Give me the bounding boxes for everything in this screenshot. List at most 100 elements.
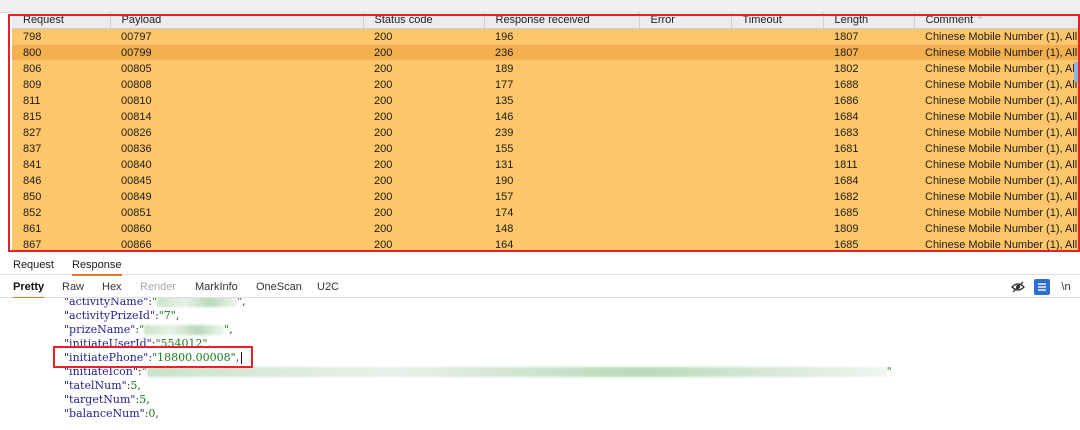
column-header-length[interactable]: Length: [823, 12, 915, 29]
cell-received: 174: [484, 204, 639, 221]
cell-payload: 00851: [110, 204, 363, 221]
column-header-status-code[interactable]: Status code: [363, 12, 485, 29]
json-key: "targetNum": [64, 393, 136, 406]
cell-received: 164: [484, 236, 639, 250]
column-header-error[interactable]: Error: [639, 12, 732, 29]
cell-received: 155: [484, 140, 639, 157]
json-line: "tatelNum":5,: [64, 379, 141, 393]
word-wrap-icon[interactable]: [1034, 279, 1050, 295]
cell-request: 806: [12, 60, 110, 77]
column-header-response-received[interactable]: Response received: [484, 12, 640, 29]
cell-received: 146: [484, 108, 639, 125]
tab-markinfo[interactable]: MarkInfo: [195, 277, 238, 297]
cell-length: 1685: [823, 204, 914, 221]
cell-status: 200: [363, 188, 484, 205]
table-row[interactable]: 809 00808 200 177 1688 Chinese Mobile Number …: [12, 76, 1080, 93]
json-line: "initiateUserId":"554012",: [64, 337, 211, 351]
table-row[interactable]: 815 00814 200 146 1684 Chinese Mobile Number …: [12, 108, 1080, 125]
cell-received: 190: [484, 172, 639, 189]
cell-timeout: [731, 60, 823, 77]
table-row[interactable]: 861 00860 200 148 1809 Chinese Mobile Number …: [12, 220, 1080, 237]
cell-request: 846: [12, 172, 110, 189]
json-comma: ,: [137, 379, 141, 392]
json-line: "targetNum":5,: [64, 393, 150, 407]
json-key: "activityName": [64, 298, 149, 308]
cell-error: [639, 204, 731, 221]
cell-status: 200: [363, 92, 484, 109]
cell-timeout: [731, 28, 823, 45]
json-comma: ,: [146, 393, 150, 406]
cell-payload: 00797: [110, 28, 363, 45]
cell-comment: Chinese Mobile Number (1), All U...: [914, 28, 1080, 45]
cell-status: 200: [363, 28, 484, 45]
cell-received: 236: [484, 44, 639, 61]
table-row[interactable]: 798 00797 200 196 1807 Chinese Mobile Number …: [12, 28, 1080, 45]
tab-request[interactable]: Request: [13, 256, 54, 274]
cell-error: [639, 236, 731, 250]
table-row[interactable]: 806 00805 200 189 1802 Chinese Mobile Number …: [12, 60, 1080, 77]
cell-length: 1685: [823, 236, 914, 250]
cell-timeout: [731, 220, 823, 237]
cell-request: 800: [12, 44, 110, 61]
json-line: "activityName":" ",: [64, 298, 246, 309]
json-key: "initiatePhone": [64, 351, 149, 364]
cell-error: [639, 124, 731, 141]
cell-status: 200: [363, 172, 484, 189]
table-row[interactable]: 811 00810 200 135 1686 Chinese Mobile Number …: [12, 92, 1080, 109]
json-line: "prizeName":" ",: [64, 323, 233, 337]
redacted-value: [144, 325, 225, 335]
view-tabs: Pretty Raw Hex Render MarkInfo OneScan U…: [0, 277, 1080, 299]
cell-received: 148: [484, 220, 639, 237]
cell-error: [639, 108, 731, 125]
cell-length: 1811: [823, 156, 914, 173]
cell-received: 131: [484, 156, 639, 173]
column-header-timeout[interactable]: Timeout: [731, 12, 824, 29]
cell-length: 1684: [823, 108, 914, 125]
table-row[interactable]: 837 00836 200 155 1681 Chinese Mobile Number …: [12, 140, 1080, 157]
cell-request: 811: [12, 92, 110, 109]
column-header-request[interactable]: Request: [12, 12, 111, 29]
table-header-row: Request Payload Status code Response rec…: [12, 12, 1080, 29]
results-table: Request Payload Status code Response rec…: [12, 12, 1080, 250]
table-row[interactable]: 827 00826 200 239 1683 Chinese Mobile Number …: [12, 124, 1080, 141]
cell-length: 1681: [823, 140, 914, 157]
column-header-payload[interactable]: Payload: [110, 12, 364, 29]
tab-pretty[interactable]: Pretty: [13, 277, 45, 299]
cell-length: 1682: [823, 188, 914, 205]
tab-onescan[interactable]: OneScan: [256, 277, 302, 297]
cell-error: [639, 172, 731, 189]
tab-hex[interactable]: Hex: [102, 277, 122, 297]
column-header-comment[interactable]: Comment ⌃: [914, 12, 1080, 29]
cell-timeout: [731, 124, 823, 141]
cell-length: 1807: [823, 28, 914, 45]
column-header-comment-label: Comment: [925, 14, 974, 26]
tab-raw[interactable]: Raw: [62, 277, 84, 297]
cell-status: 200: [363, 204, 484, 221]
table-row[interactable]: 800 00799 200 236 1807 Chinese Mobile Number …: [12, 44, 1080, 61]
tab-render[interactable]: Render: [140, 277, 176, 297]
tab-u2c[interactable]: U2C: [317, 277, 339, 297]
table-row[interactable]: 852 00851 200 174 1685 Chinese Mobile Number …: [12, 204, 1080, 221]
hide-eye-icon[interactable]: [1010, 279, 1026, 295]
newline-toggle-button[interactable]: \n: [1058, 279, 1074, 295]
table-row[interactable]: 850 00849 200 157 1682 Chinese Mobile Number …: [12, 188, 1080, 205]
cell-comment: Chinese Mobile Number (1), All U...: [914, 220, 1080, 237]
tab-response[interactable]: Response: [72, 256, 122, 276]
response-body[interactable]: "activityName":" ", "activityPrizeId":"7",…: [0, 298, 1080, 430]
cell-comment: Chinese Mobile Number (1), All U...: [914, 140, 1080, 157]
cell-request: 815: [12, 108, 110, 125]
json-comma: ,: [207, 337, 212, 350]
json-line: "balanceNum":0,: [64, 407, 159, 421]
cell-request: 850: [12, 188, 110, 205]
cell-timeout: [731, 172, 823, 189]
scrollbar-thumb[interactable]: [1074, 62, 1080, 82]
cell-request: 809: [12, 76, 110, 93]
cell-comment: Chinese Mobile Number (1), All U...: [914, 108, 1080, 125]
table-row[interactable]: 867 00866 200 164 1685 Chinese Mobile Number …: [12, 236, 1080, 250]
table-row[interactable]: 846 00845 200 190 1684 Chinese Mobile Number …: [12, 172, 1080, 189]
cell-received: 196: [484, 28, 639, 45]
cell-timeout: [731, 108, 823, 125]
cell-status: 200: [363, 44, 484, 61]
table-row[interactable]: 841 00840 200 131 1811 Chinese Mobile Number …: [12, 156, 1080, 173]
cell-error: [639, 28, 731, 45]
